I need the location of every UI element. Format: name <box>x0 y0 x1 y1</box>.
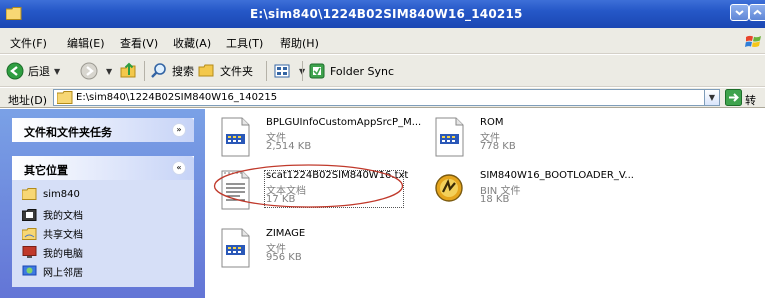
file-size: 956 KB <box>266 252 302 263</box>
folder-icon <box>57 91 73 104</box>
place-my-documents[interactable]: 我的文档 <box>22 207 83 222</box>
menu-file[interactable]: 文件(F) <box>10 35 47 51</box>
place-network[interactable]: 网上邻居 <box>22 264 83 279</box>
file-tasks-panel: 文件和文件夹任务 » <box>12 118 194 142</box>
restore-button[interactable] <box>749 4 765 21</box>
go-arrow-icon[interactable] <box>725 89 742 106</box>
task-pane: 文件和文件夹任务 » 其它位置 « sim840 我的文档 共享文档 我的电脑 <box>0 109 205 298</box>
back-arrow-icon <box>6 62 24 80</box>
address-dropdown-button[interactable]: ▼ <box>704 89 720 106</box>
forward-arrow-icon <box>80 62 98 80</box>
menu-bar: 文件(F) 编辑(E) 查看(V) 收藏(A) 工具(T) 帮助(H) <box>0 28 765 54</box>
toolbar-separator <box>266 61 267 81</box>
views-grid-icon <box>274 64 290 78</box>
place-label: sim840 <box>43 188 80 200</box>
menu-tools[interactable]: 工具(T) <box>226 35 263 51</box>
folders-button[interactable]: 文件夹 <box>198 61 253 81</box>
other-places-title: 其它位置 <box>24 164 68 177</box>
file-name: SIM840W16_BOOTLOADER_V... <box>480 170 634 181</box>
address-value: E:\sim840\1224B02SIM840W16_140215 <box>76 92 278 103</box>
folders-label: 文件夹 <box>220 65 253 78</box>
place-label: 网上邻居 <box>43 268 83 279</box>
search-button[interactable]: 搜索 <box>150 61 194 81</box>
other-places-header[interactable]: 其它位置 « <box>12 156 194 180</box>
other-places-list: sim840 我的文档 共享文档 我的电脑 网上邻居 <box>12 180 194 287</box>
minimize-button[interactable] <box>730 4 749 21</box>
file-tasks-header[interactable]: 文件和文件夹任务 » <box>12 118 194 142</box>
window-title: E:\sim840\1224B02SIM840W16_140215 <box>250 7 523 21</box>
my-documents-icon <box>22 208 37 221</box>
chevron-down-icon: ▼ <box>106 66 113 76</box>
place-sim840[interactable]: sim840 <box>22 188 80 200</box>
file-name: ZIMAGE <box>266 228 306 239</box>
address-input[interactable]: E:\sim840\1224B02SIM840W16_140215 <box>53 89 705 106</box>
forward-button[interactable]: ▼ <box>80 61 112 81</box>
folder-sync-button[interactable]: Folder Sync <box>308 61 394 81</box>
title-bar[interactable]: E:\sim840\1224B02SIM840W16_140215 <box>0 0 765 28</box>
file-name: BPLGUInfoCustomAppSrcP_M... <box>266 117 422 128</box>
back-label: 后退 <box>28 65 50 78</box>
place-shared-documents[interactable]: 共享文档 <box>22 226 83 241</box>
folder-icon <box>22 188 37 200</box>
file-name: ROM <box>480 117 504 128</box>
place-label: 我的文档 <box>43 211 83 222</box>
menu-edit[interactable]: 编辑(E) <box>67 35 105 51</box>
collapse-chevron-icon[interactable]: « <box>172 161 186 175</box>
place-label: 我的电脑 <box>43 249 83 260</box>
search-label: 搜索 <box>172 65 194 78</box>
file-tasks-title: 文件和文件夹任务 <box>24 126 112 139</box>
folders-icon <box>198 64 214 77</box>
file-size: 778 KB <box>480 141 516 152</box>
menu-help[interactable]: 帮助(H) <box>280 35 319 51</box>
shared-folder-icon <box>22 227 37 240</box>
back-button[interactable]: 后退 ▼ <box>6 61 60 81</box>
up-folder-icon <box>120 62 136 78</box>
other-places-panel: 其它位置 « sim840 我的文档 共享文档 我的电脑 网上邻居 <box>12 156 194 287</box>
folder-icon <box>6 7 22 20</box>
file-item[interactable]: BPLGUInfoCustomAppSrcP_M... 文件 2,514 KB <box>218 117 422 157</box>
address-label: 地址(D) <box>8 94 48 107</box>
menu-view[interactable]: 查看(V) <box>120 35 158 51</box>
folder-sync-label: Folder Sync <box>330 64 395 78</box>
bin-file-icon <box>435 174 463 202</box>
file-item[interactable]: SIM840W16_BOOTLOADER_V... BIN 文件 18 KB <box>432 170 642 210</box>
windows-logo-icon <box>745 35 761 47</box>
file-size: 2,514 KB <box>266 141 312 152</box>
views-button[interactable]: ▼ <box>273 61 305 81</box>
expand-chevron-icon[interactable]: » <box>172 123 186 137</box>
toolbar-separator <box>144 61 145 81</box>
up-folder-button[interactable] <box>120 61 142 81</box>
generic-file-icon <box>435 117 464 157</box>
file-item[interactable]: ZIMAGE 文件 956 KB <box>218 228 338 268</box>
network-places-icon <box>22 265 37 276</box>
my-computer-icon <box>22 246 37 258</box>
search-icon <box>151 63 166 78</box>
highlight-ellipse <box>213 164 404 208</box>
file-size: 18 KB <box>480 194 510 205</box>
chevron-down-icon: ▼ <box>54 66 61 76</box>
folder-sync-icon <box>309 63 325 79</box>
toolbar: 后退 ▼ ▼ 搜索 文件夹 ▼ <box>0 55 765 87</box>
file-item[interactable]: ROM 文件 778 KB <box>432 117 552 157</box>
toolbar-separator <box>302 61 303 81</box>
generic-file-icon <box>221 228 250 268</box>
generic-file-icon <box>221 117 250 157</box>
place-label: 共享文档 <box>43 230 83 241</box>
address-bar: 地址(D) E:\sim840\1224B02SIM840W16_140215 … <box>0 88 765 123</box>
menu-favorites[interactable]: 收藏(A) <box>173 35 211 51</box>
place-my-computer[interactable]: 我的电脑 <box>22 245 83 260</box>
